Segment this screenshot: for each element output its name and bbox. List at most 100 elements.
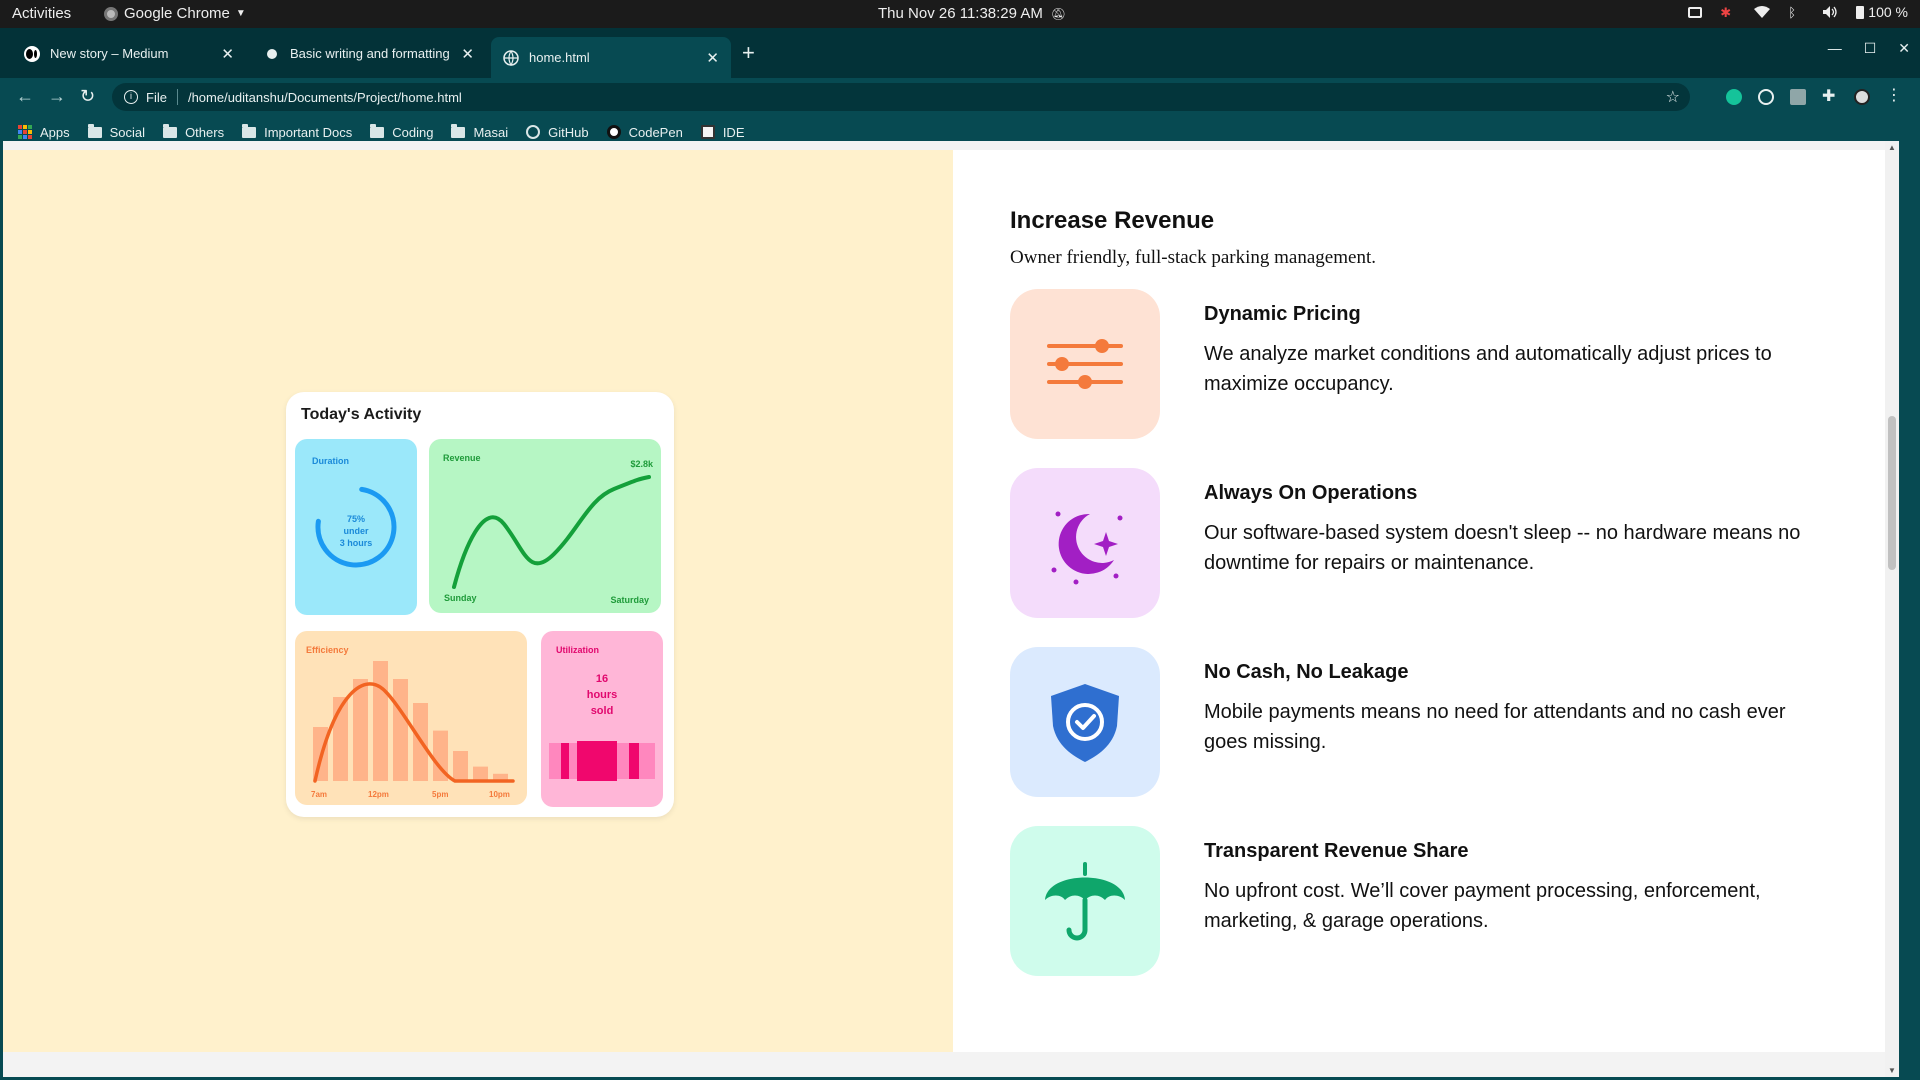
- feature-description: No upfront cost. We’ll cover payment pro…: [1204, 880, 1761, 932]
- bookmark-social[interactable]: Social: [87, 123, 145, 140]
- slack-icon: ✱: [1720, 5, 1732, 20]
- folder-icon: [242, 123, 257, 138]
- forward-arrow-icon[interactable]: →: [48, 86, 66, 107]
- moon-stars-icon: [1010, 468, 1160, 618]
- bookmark-important-docs[interactable]: Important Docs: [242, 123, 352, 140]
- efficiency-chart: [313, 661, 515, 783]
- bookmark-codepen[interactable]: CodePen: [606, 124, 683, 140]
- close-tab-icon[interactable]: ✕: [706, 49, 719, 67]
- duration-text: 75% under 3 hours: [295, 513, 417, 549]
- activity-card: Today's Activity Duration 75% under 3 ho…: [286, 392, 674, 817]
- maximize-icon[interactable]: ☐: [1864, 40, 1877, 57]
- efficiency-tile: Efficiency 7am 12pm 5pm 10pm: [295, 631, 527, 805]
- revenue-section: Increase Revenue Owner friendly, full-st…: [953, 150, 1899, 1052]
- reload-icon[interactable]: ↻: [80, 86, 95, 107]
- system-top-bar: Activities Google Chrome ▼ Thu Nov 26 11…: [0, 0, 1920, 28]
- bookmark-label: GitHub: [548, 124, 589, 140]
- utilization-segment: [629, 743, 639, 779]
- bookmark-label: Coding: [392, 124, 434, 140]
- efficiency-tick-10pm: 10pm: [489, 790, 510, 799]
- bookmark-star-icon[interactable]: ☆: [1666, 87, 1680, 107]
- window-controls: — ☐ ✕: [1828, 40, 1910, 57]
- feature-always-on: Always On Operations Our software-based …: [1010, 468, 1870, 618]
- new-tab-button[interactable]: +: [742, 40, 755, 66]
- tab-strip: New story – Medium ✕ Basic writing and f…: [0, 28, 1920, 78]
- revenue-curve: [452, 475, 651, 589]
- page-top-strip: [3, 141, 1899, 150]
- back-arrow-icon[interactable]: ←: [16, 86, 34, 107]
- toolbar: ← → ↻ i File /home/uditanshu/Documents/P…: [0, 78, 1920, 116]
- feature-title: Dynamic Pricing: [1204, 303, 1361, 325]
- folder-icon: [370, 123, 385, 138]
- shield-check-icon: [1010, 647, 1160, 797]
- address-bar[interactable]: i File /home/uditanshu/Documents/Project…: [112, 83, 1690, 111]
- bookmark-apps[interactable]: Apps: [18, 125, 70, 140]
- app-menu[interactable]: Google Chrome ▼: [104, 5, 246, 22]
- bookmark-masai[interactable]: Masai: [451, 123, 508, 140]
- close-tab-icon[interactable]: ✕: [221, 45, 234, 63]
- bookmark-coding[interactable]: Coding: [370, 123, 434, 140]
- scroll-down-arrow-icon[interactable]: ▼: [1888, 1066, 1896, 1075]
- revenue-tile: Revenue $2.8k Sunday Saturday: [429, 439, 661, 613]
- bookmark-label: Apps: [40, 124, 70, 140]
- bookmark-github[interactable]: GitHub: [526, 124, 589, 140]
- react-devtools-icon[interactable]: [1758, 89, 1774, 105]
- clock[interactable]: Thu Nov 26 11:38:29 AM 🔕︎: [878, 5, 1066, 22]
- efficiency-tick-7am: 7am: [311, 790, 328, 799]
- section-subheading: Owner friendly, full-stack parking manag…: [1010, 247, 1376, 268]
- illustration-panel: Today's Activity Duration 75% under 3 ho…: [3, 150, 953, 1052]
- efficiency-bar: [453, 751, 468, 781]
- info-icon[interactable]: i: [124, 90, 138, 104]
- battery-icon: [1856, 5, 1865, 19]
- feature-title: No Cash, No Leakage: [1204, 661, 1409, 683]
- close-tab-icon[interactable]: ✕: [461, 45, 474, 63]
- bluetooth-icon: ᛒ: [1788, 5, 1797, 20]
- avatar[interactable]: [1854, 89, 1870, 105]
- sliders-icon: [1010, 289, 1160, 439]
- bookmark-ide[interactable]: IDE: [700, 125, 744, 140]
- utilization-bar: [549, 741, 655, 781]
- minimize-icon[interactable]: —: [1828, 40, 1842, 57]
- scroll-up-arrow-icon[interactable]: ▲: [1888, 143, 1896, 152]
- bookmark-others[interactable]: Others: [163, 123, 224, 140]
- efficiency-bar: [373, 661, 388, 781]
- efficiency-tick-12pm: 12pm: [368, 790, 389, 799]
- ide-icon: [700, 125, 715, 139]
- wifi-icon: [1754, 5, 1771, 19]
- grammarly-icon[interactable]: [1726, 89, 1742, 105]
- medium-icon: [24, 45, 40, 62]
- menu-kebab-icon[interactable]: ⋮: [1886, 85, 1902, 104]
- codepen-icon: [606, 125, 621, 139]
- activities-button[interactable]: Activities: [12, 5, 71, 22]
- section-heading: Increase Revenue: [1010, 207, 1215, 234]
- feature-title: Always On Operations: [1204, 482, 1418, 504]
- feature-description: We analyze market conditions and automat…: [1204, 343, 1772, 395]
- close-window-icon[interactable]: ✕: [1898, 40, 1910, 57]
- efficiency-bar: [473, 766, 488, 781]
- clock-text: Thu Nov 26 11:38:29 AM: [878, 5, 1043, 22]
- apps-grid-icon: [18, 125, 32, 139]
- puzzle-icon[interactable]: ✚: [1822, 86, 1838, 105]
- tab-home-html[interactable]: home.html ✕: [491, 37, 731, 78]
- globe-icon: [503, 49, 519, 66]
- folder-icon: [87, 123, 102, 138]
- github-icon: [526, 125, 541, 139]
- tab-title: New story – Medium: [50, 46, 169, 61]
- extension-icon[interactable]: [1790, 89, 1806, 105]
- bookmark-label: CodePen: [628, 124, 683, 140]
- umbrella-icon: [1010, 826, 1160, 976]
- url-scheme: File: [146, 89, 167, 105]
- volume-icon: [1822, 5, 1838, 19]
- feature-no-cash: No Cash, No Leakage Mobile payments mean…: [1010, 647, 1870, 797]
- vertical-scrollbar[interactable]: ▲ ▼: [1885, 141, 1899, 1077]
- feature-description: Our software-based system doesn't sleep …: [1204, 522, 1801, 574]
- tab-medium[interactable]: New story – Medium ✕: [12, 37, 246, 70]
- tab-github[interactable]: Basic writing and formatting sy ✕: [252, 37, 486, 70]
- system-tray[interactable]: ✱ ᛒ 100 %: [1688, 4, 1908, 20]
- revenue-line: [452, 475, 651, 589]
- app-name: Google Chrome: [124, 5, 230, 22]
- battery-percent: 100 %: [1868, 4, 1908, 20]
- tab-title: home.html: [529, 50, 590, 65]
- scrollbar-thumb[interactable]: [1888, 416, 1896, 570]
- battery-indicator: 100 %: [1856, 4, 1908, 20]
